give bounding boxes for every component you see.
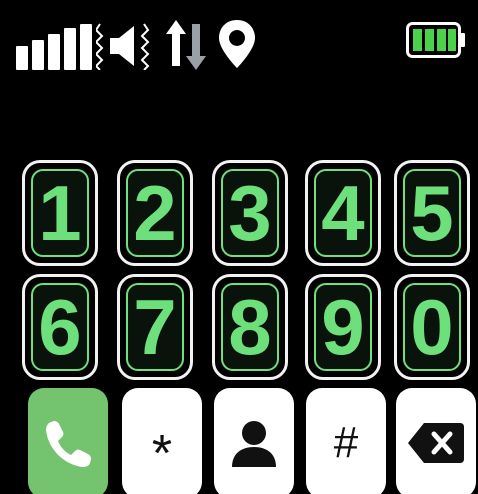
number-keypad: 1 2 3 4 5 6 7 8 9 0 [0, 150, 478, 390]
key-9[interactable]: 9 [305, 274, 381, 380]
key-3[interactable]: 3 [212, 160, 288, 266]
hash-label: # [333, 418, 359, 467]
data-transfer-icon [166, 20, 206, 70]
call-button[interactable] [28, 388, 108, 494]
contacts-person-icon [232, 421, 276, 467]
action-row: * # [0, 388, 478, 494]
key-digit: 6 [38, 283, 82, 371]
key-digit: 3 [228, 169, 272, 257]
key-0[interactable]: 0 [394, 274, 470, 380]
location-pin-icon [219, 20, 255, 68]
key-5[interactable]: 5 [394, 160, 470, 266]
key-8[interactable]: 8 [212, 274, 288, 380]
phone-icon [46, 421, 91, 467]
key-digit: 5 [410, 169, 454, 257]
star-label: * [151, 425, 173, 483]
key-2[interactable]: 2 [117, 160, 193, 266]
key-digit: 4 [321, 169, 365, 257]
key-digit: 1 [38, 169, 82, 257]
key-4[interactable]: 4 [305, 160, 381, 266]
key-digit: 8 [228, 283, 272, 371]
battery-full-icon [406, 22, 465, 58]
key-digit: 9 [321, 283, 365, 371]
star-key[interactable]: * [122, 388, 202, 494]
key-digit: 2 [133, 169, 177, 257]
phone-screen: 1 2 3 4 5 6 7 8 9 0 * # [0, 0, 478, 494]
hash-key[interactable]: # [306, 388, 386, 494]
key-digit: 7 [133, 283, 177, 371]
signal-strength-icon [16, 24, 92, 70]
key-digit: 0 [410, 283, 454, 371]
backspace-icon [408, 423, 464, 463]
key-1[interactable]: 1 [22, 160, 98, 266]
key-7[interactable]: 7 [117, 274, 193, 380]
speaker-vibrate-icon [96, 23, 150, 70]
key-6[interactable]: 6 [22, 274, 98, 380]
contacts-button[interactable] [214, 388, 294, 494]
backspace-button[interactable] [396, 388, 476, 494]
status-bar [0, 0, 478, 80]
